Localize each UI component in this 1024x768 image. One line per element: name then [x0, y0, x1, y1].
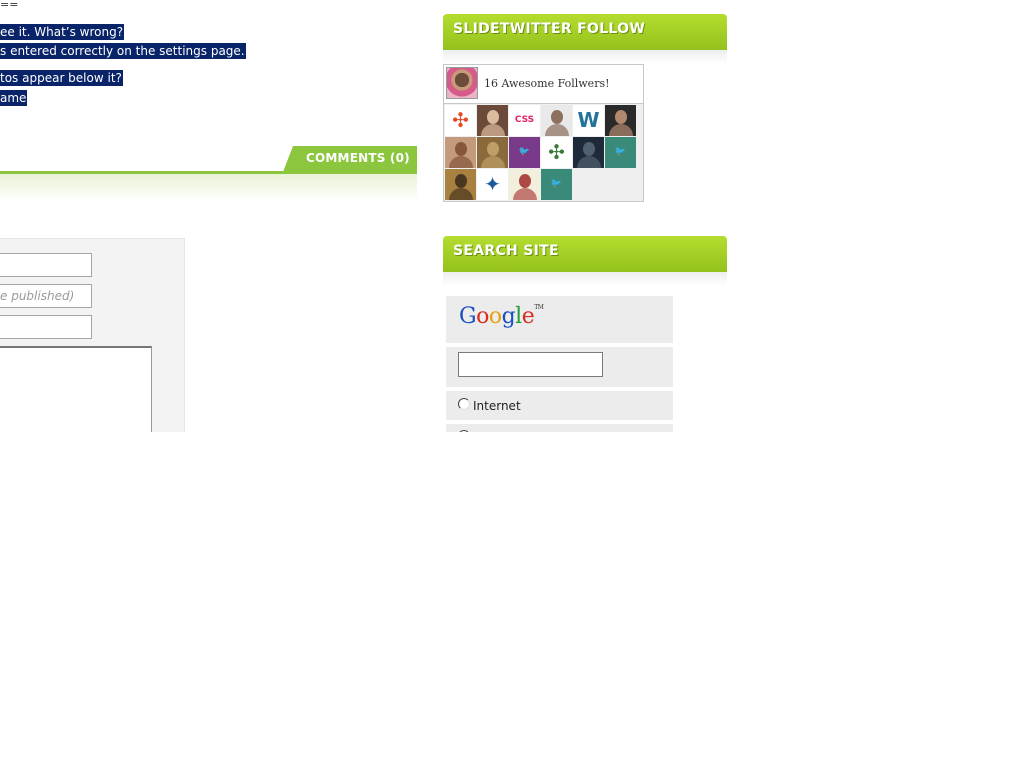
follower-avatar-joomla-icon[interactable]: ✣	[541, 137, 572, 168]
follower-avatar-person-icon[interactable]	[605, 105, 636, 136]
avatar[interactable]	[446, 67, 478, 99]
follow-widget: 16 Awesome Follwers! ✣ CSS W 🐦 ✣ 🐦 ✦ 🐦	[443, 64, 644, 202]
follow-header-shadow	[443, 50, 727, 64]
comments-tab[interactable]: COMMENTS (0)	[283, 146, 417, 172]
comment-textarea[interactable]	[0, 346, 152, 432]
comments-band	[0, 174, 417, 202]
radio-internet-panel: Internet	[446, 391, 673, 420]
follower-avatar-wordpress-icon[interactable]: W	[573, 105, 604, 136]
article-line-3: tos appear below it?	[0, 70, 123, 86]
follow-widget-title: SLIDETWITTER FOLLOW	[453, 21, 646, 37]
radio-internet-label[interactable]: Internet	[473, 399, 521, 413]
follower-avatar-twitter-bird-icon[interactable]: 🐦	[541, 169, 572, 200]
follow-widget-head: 16 Awesome Follwers!	[444, 65, 643, 104]
follower-avatar-twitter-bird-icon[interactable]: 🐦	[509, 137, 540, 168]
page-viewport: == ee it. What’s wrong? s entered correc…	[0, 0, 1024, 432]
follower-avatar-css-icon[interactable]: CSS	[509, 105, 540, 136]
google-logo: GoogleTM	[459, 304, 544, 329]
email-field-placeholder: e published)	[0, 289, 75, 303]
follower-avatar-joomla-icon[interactable]: ✣	[445, 105, 476, 136]
follower-avatar-person-icon[interactable]	[445, 137, 476, 168]
follower-avatar-photo-icon[interactable]	[477, 137, 508, 168]
radio-site-panel	[446, 424, 673, 432]
radio-site[interactable]	[458, 430, 470, 432]
google-logo-panel: GoogleTM	[446, 296, 673, 343]
follow-widget-header: SLIDETWITTER FOLLOW	[443, 14, 727, 50]
radio-internet[interactable]	[458, 398, 470, 410]
google-logo-text: Google	[459, 304, 535, 329]
follow-count-text[interactable]: 16 Awesome Follwers!	[484, 77, 610, 90]
article-line-4: ame	[0, 90, 28, 106]
follower-avatar-twitter-bird-icon[interactable]: 🐦	[605, 137, 636, 168]
google-logo-tm: TM	[534, 304, 544, 311]
follower-avatar-logo-icon[interactable]: ✦	[477, 169, 508, 200]
article-line-1: ee it. What’s wrong?	[0, 24, 125, 40]
article-line-2: s entered correctly on the settings page…	[0, 43, 246, 59]
follower-avatar-person-icon[interactable]	[477, 105, 508, 136]
follower-avatar-photo-icon[interactable]	[445, 169, 476, 200]
search-input-panel	[446, 347, 673, 387]
search-widget-title: SEARCH SITE	[453, 243, 559, 259]
follower-avatar-person-icon[interactable]	[541, 105, 572, 136]
follower-avatar-photo-icon[interactable]	[573, 137, 604, 168]
search-widget-header: SEARCH SITE	[443, 236, 727, 272]
search-header-shadow	[443, 272, 727, 286]
name-field[interactable]	[0, 253, 92, 277]
email-field[interactable]: e published)	[0, 284, 92, 308]
search-input[interactable]	[458, 352, 603, 377]
article-marker: ==	[0, 0, 19, 11]
follower-avatar-book-icon[interactable]	[509, 169, 540, 200]
comments-tab-label: COMMENTS (0)	[306, 151, 410, 165]
website-field[interactable]	[0, 315, 92, 339]
